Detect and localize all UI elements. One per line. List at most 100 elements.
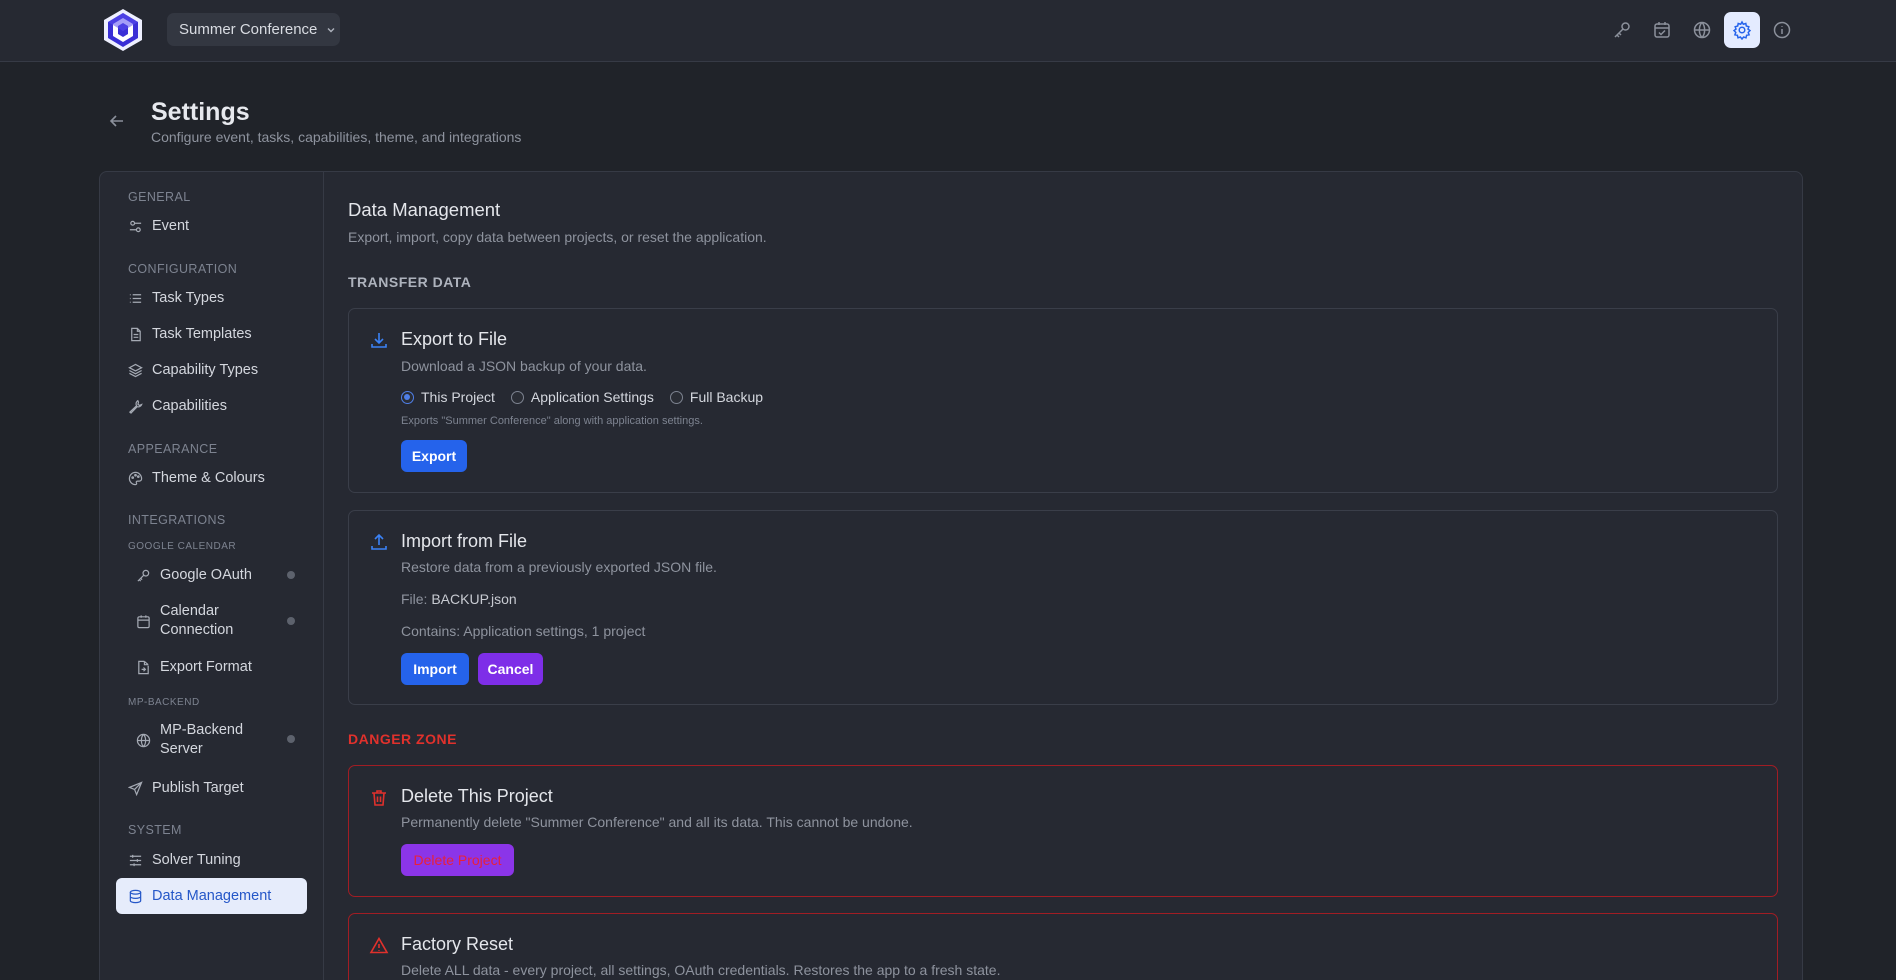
- sidebar-item-label: Calendar: [160, 603, 219, 619]
- subsection-mp-backend: MP-BACKEND: [128, 697, 200, 708]
- project-name: Summer Conference: [179, 21, 318, 38]
- transfer-data-label: TRANSFER DATA: [348, 274, 472, 290]
- import-file-line: File: BACKUP.json: [401, 591, 517, 607]
- sidebar-item-google-oauth[interactable]: Google OAuth: [136, 565, 252, 585]
- globe-icon: [136, 733, 151, 747]
- export-description: Download a JSON backup of your data.: [401, 358, 647, 374]
- delete-project-card: Delete This Project Permanently delete "…: [348, 765, 1778, 897]
- sidebar-item-label: Solver Tuning: [152, 852, 241, 868]
- sidebar-item-label: Server: [160, 741, 203, 757]
- sidebar-item-label: Export Format: [160, 659, 252, 675]
- sidebar-item-mp-backend-server[interactable]: MP-Backend Server: [136, 720, 243, 760]
- delete-project-button[interactable]: Delete Project: [401, 844, 514, 876]
- key-icon: [137, 569, 150, 582]
- sidebar-item-label: Data Management: [152, 888, 272, 904]
- factory-reset-description: Delete ALL data - every project, all set…: [401, 962, 1001, 978]
- send-icon: [128, 780, 143, 796]
- sidebar-item-capabilities[interactable]: Capabilities: [128, 396, 227, 416]
- import-description: Restore data from a previously exported …: [401, 559, 717, 575]
- sidebar-item-theme[interactable]: Theme & Colours: [128, 468, 265, 488]
- upload-icon: [371, 533, 387, 550]
- sidebar-item-task-types[interactable]: Task Types: [128, 288, 224, 308]
- back-arrow-icon[interactable]: [107, 111, 127, 131]
- document-icon: [131, 327, 141, 341]
- radio-label: Application Settings: [530, 389, 654, 405]
- page-title: Settings: [151, 98, 250, 126]
- section-subtitle: Export, import, copy data between projec…: [348, 229, 767, 245]
- sidebar-item-label: Capabilities: [152, 398, 227, 414]
- sidebar-item-export-format[interactable]: Export Format: [136, 657, 252, 677]
- sidebar-item-data-management[interactable]: Data Management: [128, 886, 271, 906]
- sidebar-item-solver-tuning[interactable]: Solver Tuning: [128, 850, 241, 870]
- list-icon: [129, 293, 142, 303]
- radio-circle[interactable]: [401, 390, 414, 404]
- globe-icon[interactable]: [1684, 12, 1720, 48]
- sidebar-item-label: Event: [152, 218, 190, 234]
- sidebar-item-publish-target[interactable]: Publish Target: [128, 778, 244, 798]
- radio-full-backup[interactable]: Full Backup: [669, 389, 764, 405]
- file-export-icon: [138, 660, 149, 674]
- warning-triangle-icon: [369, 936, 389, 954]
- status-dot: [287, 617, 295, 625]
- info-icon[interactable]: [1764, 12, 1800, 48]
- sidebar-item-label: Capability Types: [152, 362, 259, 378]
- export-card: Export to File Download a JSON backup of…: [348, 308, 1778, 493]
- calendar-icon: [137, 614, 150, 628]
- sidebar-item-calendar-connection[interactable]: Calendar Connection: [136, 601, 233, 641]
- section-configuration: CONFIGURATION: [128, 262, 238, 276]
- file-label: File:: [401, 591, 428, 607]
- sidebar-item-label: Task Types: [152, 290, 225, 306]
- download-icon: [371, 333, 387, 348]
- section-system: SYSTEM: [128, 823, 182, 837]
- sidebar-item-capability-types[interactable]: Capability Types: [128, 360, 258, 380]
- gear-icon[interactable]: [1724, 12, 1760, 48]
- sidebar-item-label: Theme & Colours: [152, 470, 265, 486]
- radio-this-project[interactable]: This Project: [401, 389, 495, 405]
- radio-circle[interactable]: [669, 390, 683, 404]
- sidebar-item-label: Task Templates: [152, 326, 252, 342]
- factory-reset-card: Factory Reset Delete ALL data - every pr…: [348, 913, 1778, 980]
- palette-icon: [128, 471, 143, 485]
- export-button[interactable]: Export: [401, 440, 467, 472]
- import-title: Import from File: [401, 531, 528, 551]
- danger-zone-label: DANGER ZONE: [348, 731, 457, 747]
- cancel-button[interactable]: Cancel: [478, 653, 543, 685]
- delete-project-description: Permanently delete "Summer Conference" a…: [401, 814, 913, 830]
- trash-icon: [372, 790, 386, 806]
- app-logo-icon[interactable]: [101, 7, 145, 53]
- sliders-icon: [129, 220, 142, 232]
- top-bar: Summer Conference: [0, 0, 1896, 62]
- section-appearance: APPEARANCE: [128, 442, 218, 456]
- top-icon-bar: [1604, 12, 1800, 48]
- file-name: BACKUP.json: [431, 591, 517, 607]
- key-icon[interactable]: [1604, 12, 1640, 48]
- sidebar-item-label: Connection: [160, 622, 234, 638]
- database-icon: [129, 889, 142, 903]
- chevron-down-icon: [327, 27, 335, 32]
- layers-icon: [128, 363, 143, 377]
- subsection-google-calendar: GOOGLE CALENDAR: [128, 541, 237, 552]
- delete-project-title: Delete This Project: [401, 786, 553, 806]
- radio-label: This Project: [421, 389, 495, 405]
- section-general: GENERAL: [128, 190, 191, 204]
- factory-reset-title: Factory Reset: [401, 934, 514, 954]
- project-selector[interactable]: Summer Conference: [167, 13, 340, 46]
- sidebar-item-label: MP-Backend: [160, 722, 244, 738]
- status-dot: [287, 571, 295, 579]
- sidebar-item-event[interactable]: Event: [128, 216, 189, 236]
- status-dot: [287, 735, 295, 743]
- import-contains: Contains: Application settings, 1 projec…: [401, 623, 646, 639]
- calendar-check-icon[interactable]: [1644, 12, 1680, 48]
- page-subtitle: Configure event, tasks, capabilities, th…: [151, 129, 522, 145]
- radio-label: Full Backup: [689, 389, 764, 405]
- sidebar-item-label: Google OAuth: [160, 567, 252, 583]
- import-button[interactable]: Import: [401, 653, 469, 685]
- radio-circle[interactable]: [510, 390, 524, 404]
- sliders-horizontal-icon: [129, 854, 142, 866]
- section-title: Data Management: [348, 199, 501, 220]
- export-title: Export to File: [401, 329, 508, 349]
- section-integrations: INTEGRATIONS: [128, 513, 226, 527]
- sidebar-item-task-templates[interactable]: Task Templates: [128, 324, 252, 344]
- radio-application-settings[interactable]: Application Settings: [510, 389, 654, 405]
- export-scope-radio-group: This Project Application Settings Full B…: [401, 389, 779, 405]
